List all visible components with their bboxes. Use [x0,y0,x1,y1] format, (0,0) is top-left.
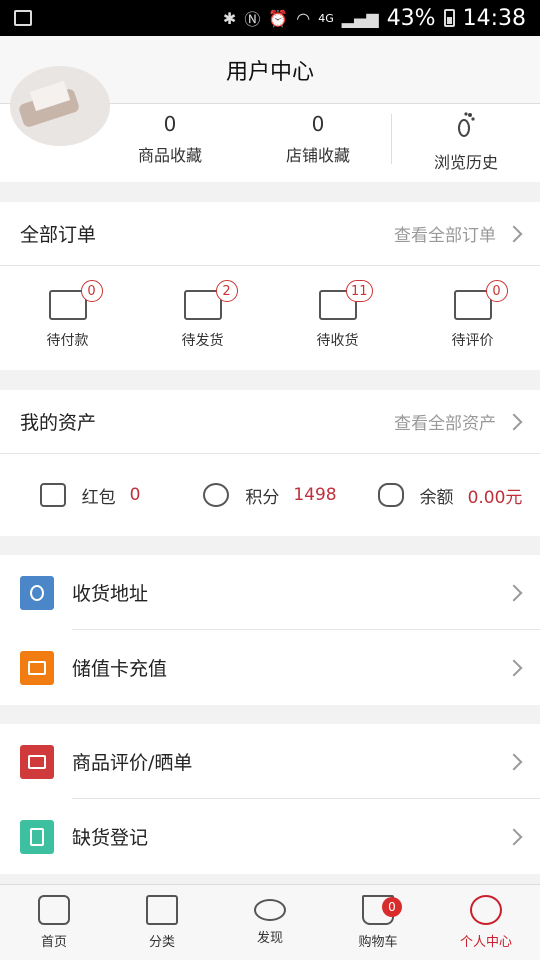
order-badge: 0 [80,280,103,302]
asset-value: 0 [129,485,141,505]
menu-group-2: 商品评价/晒单 缺货登记 [0,724,540,874]
assets-row: 红包 0 积分 1498 余额 0.00元 [0,454,540,536]
menu-item-label: 商品评价/晒单 [72,752,193,774]
piggy-bank-icon [377,483,404,507]
tab-home[interactable]: 首页 [0,885,108,960]
shop-favorites-label: 店铺收藏 [285,146,350,165]
asset-value: 0.00元 [467,487,523,508]
battery-icon [443,9,455,27]
user-stats: 0 商品收藏 0 店铺收藏 浏览历史 [0,66,540,182]
menu-item-stored-value-card[interactable]: 储值卡充值 [0,630,540,705]
chevron-right-icon [505,753,523,770]
shop-favorites-count: 0 [311,112,325,136]
assets-title: 我的资产 [20,412,97,434]
coins-icon [203,483,230,507]
network-type: 4G [318,11,334,25]
comment-icon: 0 [453,280,508,320]
image-notification-icon [14,10,32,26]
chevron-right-icon [505,225,523,242]
tab-discover[interactable]: 发现 [216,885,324,960]
product-favorites-count: 0 [163,112,177,136]
grid-search-icon [146,895,178,925]
tab-label: 分类 [148,935,175,950]
user-icon [470,895,502,925]
order-badge: 0 [485,280,508,302]
truck-icon: 11 [318,280,373,320]
browse-history-label: 浏览历史 [433,153,498,172]
menu-item-label: 储值卡充值 [72,658,168,680]
cart-badge: 0 [382,897,402,917]
menu-item-product-review[interactable]: 商品评价/晒单 [0,724,540,799]
product-favorites-label: 商品收藏 [137,146,202,165]
tab-label: 首页 [40,935,67,950]
asset-label: 余额 [419,487,454,508]
package-icon: 2 [183,280,238,320]
asset-points[interactable]: 积分 1498 [180,483,360,508]
red-packet-icon [39,483,66,507]
chevron-right-icon [505,584,523,601]
location-icon [20,575,54,610]
order-pending-receipt[interactable]: 11 待收货 [270,266,405,370]
wifi-icon: ◠ [296,8,311,28]
tab-bar: 首页 分类 发现 0 购物车 个人中心 [0,884,540,960]
menu-item-out-of-stock-register[interactable]: 缺货登记 [0,799,540,874]
chevron-right-icon [505,413,523,430]
comment-icon [20,744,54,779]
asset-red-packet[interactable]: 红包 0 [0,483,180,508]
divider [391,114,392,164]
tab-label: 发现 [256,931,283,946]
orders-header[interactable]: 全部订单 查看全部订单 [0,202,540,266]
assets-card: 我的资产 查看全部资产 红包 0 积分 1498 余额 0.00元 [0,390,540,536]
tab-label: 个人中心 [459,935,512,950]
tab-category[interactable]: 分类 [108,885,216,960]
browse-history[interactable]: 浏览历史 [406,110,526,173]
home-icon [38,895,70,925]
asset-balance[interactable]: 余额 0.00元 [360,483,540,508]
page-title: 用户中心 [225,59,314,85]
order-pending-review[interactable]: 0 待评价 [405,266,540,370]
order-label: 待付款 [46,333,89,349]
order-badge: 2 [215,280,238,302]
nfc-icon: Ⓝ [244,10,261,29]
menu-item-label: 缺货登记 [72,827,149,849]
order-pending-shipment[interactable]: 2 待发货 [135,266,270,370]
tab-label: 购物车 [358,935,398,950]
assets-header[interactable]: 我的资产 查看全部资产 [0,390,540,454]
signal-icon: ▂▄▆ [341,8,379,28]
avatar[interactable] [10,66,110,146]
tab-cart[interactable]: 0 购物车 [324,885,432,960]
view-all-assets-link[interactable]: 查看全部资产 [394,409,496,434]
product-favorites[interactable]: 0 商品收藏 [110,110,230,166]
status-bar: ✱ Ⓝ ⏰ ◠ 4G ▂▄▆ 43% 14:38 [0,0,540,36]
footprint-icon [454,110,478,138]
menu-item-label: 收货地址 [72,583,149,605]
eye-icon [254,899,286,921]
chevron-right-icon [505,828,523,845]
alarm-icon: ⏰ [268,8,289,28]
view-all-orders-link[interactable]: 查看全部订单 [394,221,496,246]
order-pending-payment[interactable]: 0 待付款 [0,266,135,370]
clock: 14:38 [462,5,526,31]
tab-personal-center[interactable]: 个人中心 [432,885,540,960]
menu-group-1: 收货地址 储值卡充值 [0,555,540,705]
order-status-row: 0 待付款 2 待发货 11 待收货 0 待评价 [0,266,540,370]
calculator-icon [20,819,54,854]
orders-title: 全部订单 [20,224,97,246]
card-icon [20,650,54,685]
order-label: 待收货 [316,333,359,349]
order-label: 待评价 [451,333,494,349]
chevron-right-icon [505,659,523,676]
battery-percent: 43% [386,5,436,31]
order-label: 待发货 [181,333,224,349]
orders-card: 全部订单 查看全部订单 0 待付款 2 待发货 11 待收货 0 待评价 [0,202,540,370]
wallet-icon: 0 [48,280,103,320]
order-badge: 11 [345,280,373,302]
asset-label: 积分 [245,487,280,508]
asset-value: 1498 [293,485,337,505]
asset-label: 红包 [81,487,116,508]
menu-item-shipping-address[interactable]: 收货地址 [0,555,540,630]
bluetooth-icon: ✱ [222,8,237,28]
shop-favorites[interactable]: 0 店铺收藏 [258,110,378,166]
